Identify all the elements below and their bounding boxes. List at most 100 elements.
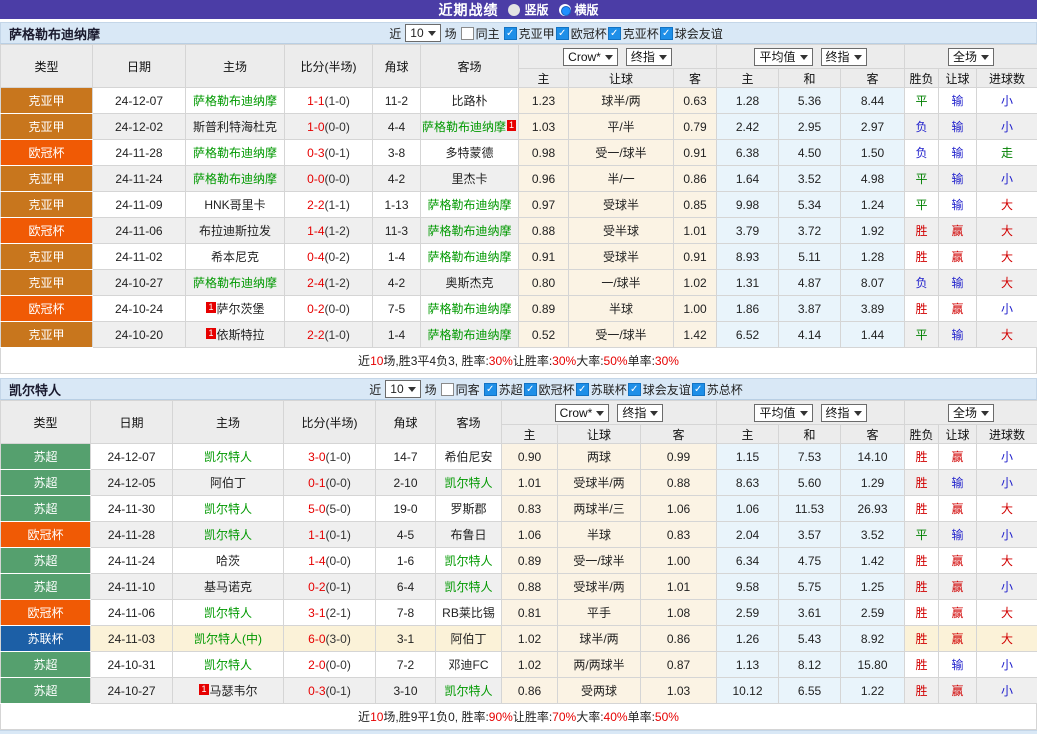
team-link[interactable]: 阿伯丁 (210, 476, 246, 490)
team-link[interactable]: 萨格勒布迪纳摩 (422, 120, 506, 134)
team-link[interactable]: 邓迪FC (449, 658, 489, 672)
layout-radio-horizontal[interactable]: 横版 (559, 1, 599, 18)
team-link[interactable]: 基马诺克 (204, 580, 252, 594)
games-count-select[interactable]: 10 (405, 24, 440, 42)
league-filter-checkbox[interactable]: ✓苏总杯 (692, 381, 743, 398)
team-link[interactable]: 凯尔特人 (204, 658, 252, 672)
checkbox-icon[interactable]: ✓ (660, 27, 673, 40)
team-link[interactable]: 萨格勒布迪纳摩 (193, 146, 277, 160)
team-link[interactable]: HNK哥里卡 (204, 198, 265, 212)
checkbox-icon[interactable]: ✓ (692, 383, 705, 396)
league-filter-checkbox[interactable]: ✓苏联杯 (576, 381, 627, 398)
radio-label-vertical[interactable]: 竖版 (524, 1, 548, 18)
checkbox-icon[interactable]: ✓ (504, 27, 517, 40)
team-link[interactable]: 希本尼克 (211, 250, 259, 264)
league-filter-checkbox[interactable]: ✓克亚甲 (504, 25, 555, 42)
team-link[interactable]: 凯尔特人 (444, 476, 492, 490)
team-link[interactable]: 萨格勒布迪纳摩 (427, 328, 511, 342)
team-link[interactable]: RB莱比锡 (442, 606, 495, 620)
team-link[interactable]: 凯尔特人 (204, 502, 252, 516)
team-link[interactable]: 凯尔特人 (444, 684, 492, 698)
team-link[interactable]: 布拉迪斯拉发 (199, 224, 271, 238)
table-row: 苏超 24-12-05 阿伯丁 0-1(0-0) 2-10 凯尔特人 1.01 … (1, 470, 1037, 496)
team-link[interactable]: 罗斯郡 (450, 502, 486, 516)
league-filter-label[interactable]: 欧冠杯 (539, 381, 575, 398)
chevron-down-icon (408, 387, 416, 396)
team-link[interactable]: 阿伯丁 (450, 632, 486, 646)
team-link[interactable]: 萨格勒布迪纳摩 (193, 172, 277, 186)
same-venue-label[interactable]: 同主 (476, 25, 500, 42)
radio-label-horizontal[interactable]: 横版 (575, 1, 599, 18)
checkbox-icon[interactable] (441, 383, 454, 396)
league-filter-label[interactable]: 苏总杯 (707, 381, 743, 398)
avg-stage-select[interactable]: 终指 (821, 48, 867, 66)
team-link[interactable]: 萨格勒布迪纳摩 (427, 302, 511, 316)
team-link[interactable]: 凯尔特人 (444, 580, 492, 594)
team-link[interactable]: 萨格勒布迪纳摩 (193, 276, 277, 290)
league-filter-label[interactable]: 球会友谊 (675, 25, 723, 42)
team-link[interactable]: 凯尔特人 (204, 606, 252, 620)
team-link[interactable]: 依斯特拉 (217, 328, 265, 342)
cell-handicap: 受一/球半 (569, 140, 674, 166)
bookmaker-select[interactable]: Crow* (555, 404, 610, 422)
league-filter-label[interactable]: 苏联杯 (591, 381, 627, 398)
team-link[interactable]: 布鲁日 (450, 528, 486, 542)
checkbox-icon[interactable] (461, 27, 474, 40)
checkbox-icon[interactable]: ✓ (524, 383, 537, 396)
league-filter-checkbox[interactable]: ✓欧冠杯 (524, 381, 575, 398)
checkbox-icon[interactable]: ✓ (576, 383, 589, 396)
team-link[interactable]: 萨格勒布迪纳摩 (427, 250, 511, 264)
league-filter-checkbox[interactable]: ✓欧冠杯 (556, 25, 607, 42)
team-link[interactable]: 凯尔特人(中) (194, 632, 262, 646)
score-halftime: (0-2) (325, 250, 350, 264)
league-filter-label[interactable]: 球会友谊 (643, 381, 691, 398)
team-link[interactable]: 斯普利特海杜克 (193, 120, 277, 134)
checkbox-icon[interactable]: ✓ (628, 383, 641, 396)
score-halftime: (1-2) (325, 276, 350, 290)
team-link[interactable]: 希伯尼安 (444, 450, 492, 464)
team-link[interactable]: 萨格勒布迪纳摩 (427, 198, 511, 212)
table-row: 克亚甲 24-12-02 斯普利特海杜克 1-0(0-0) 4-4 萨格勒布迪纳… (1, 114, 1037, 140)
team-link[interactable]: 多特蒙德 (445, 146, 493, 160)
league-filter-label[interactable]: 克亚甲 (519, 25, 555, 42)
same-venue-checkbox[interactable]: 同主 (461, 25, 500, 42)
checkbox-icon[interactable]: ✓ (608, 27, 621, 40)
score-fulltime: 0-2 (307, 302, 324, 316)
team-link[interactable]: 里杰卡 (451, 172, 487, 186)
league-filter-label[interactable]: 欧冠杯 (571, 25, 607, 42)
same-venue-checkbox[interactable]: 同客 (441, 381, 480, 398)
odds-stage-select[interactable]: 终指 (617, 404, 663, 422)
average-select[interactable]: 平均值 (754, 404, 812, 422)
checkbox-icon[interactable]: ✓ (484, 383, 497, 396)
league-filter-checkbox[interactable]: ✓球会友谊 (628, 381, 691, 398)
league-filter-checkbox[interactable]: ✓苏超 (484, 381, 523, 398)
team-link[interactable]: 比路朴 (451, 94, 487, 108)
average-select[interactable]: 平均值 (754, 48, 812, 66)
team-link[interactable]: 凯尔特人 (444, 554, 492, 568)
same-venue-label[interactable]: 同客 (456, 381, 480, 398)
league-filter-label[interactable]: 苏超 (499, 381, 523, 398)
checkbox-icon[interactable]: ✓ (556, 27, 569, 40)
team-link[interactable]: 萨格勒布迪纳摩 (427, 224, 511, 238)
team-link[interactable]: 哈茨 (216, 554, 240, 568)
league-filter-checkbox[interactable]: ✓克亚杯 (608, 25, 659, 42)
fulltime-select[interactable]: 全场 (948, 48, 994, 66)
league-filter-checkbox[interactable]: ✓球会友谊 (660, 25, 723, 42)
avg-stage-select[interactable]: 终指 (821, 404, 867, 422)
cell-home-team: 萨格勒布迪纳摩 (186, 88, 285, 114)
fulltime-select[interactable]: 全场 (948, 404, 994, 422)
team-link[interactable]: 凯尔特人 (204, 528, 252, 542)
team-link[interactable]: 奥斯杰克 (445, 276, 493, 290)
team-link[interactable]: 马瑟韦尔 (210, 684, 258, 698)
team-link[interactable]: 萨尔茨堡 (217, 302, 265, 316)
team-link[interactable]: 凯尔特人 (204, 450, 252, 464)
games-count-select[interactable]: 10 (385, 380, 420, 398)
bookmaker-select[interactable]: Crow* (563, 48, 618, 66)
league-filter-label[interactable]: 克亚杯 (623, 25, 659, 42)
layout-radio-vertical[interactable]: 竖版 (508, 1, 548, 18)
radio-icon-horizontal[interactable] (559, 4, 571, 16)
team-link[interactable]: 萨格勒布迪纳摩 (193, 94, 277, 108)
cell-away-team: 萨格勒布迪纳摩1 (421, 114, 519, 140)
odds-stage-select[interactable]: 终指 (626, 48, 672, 66)
radio-icon-vertical[interactable] (508, 4, 520, 16)
